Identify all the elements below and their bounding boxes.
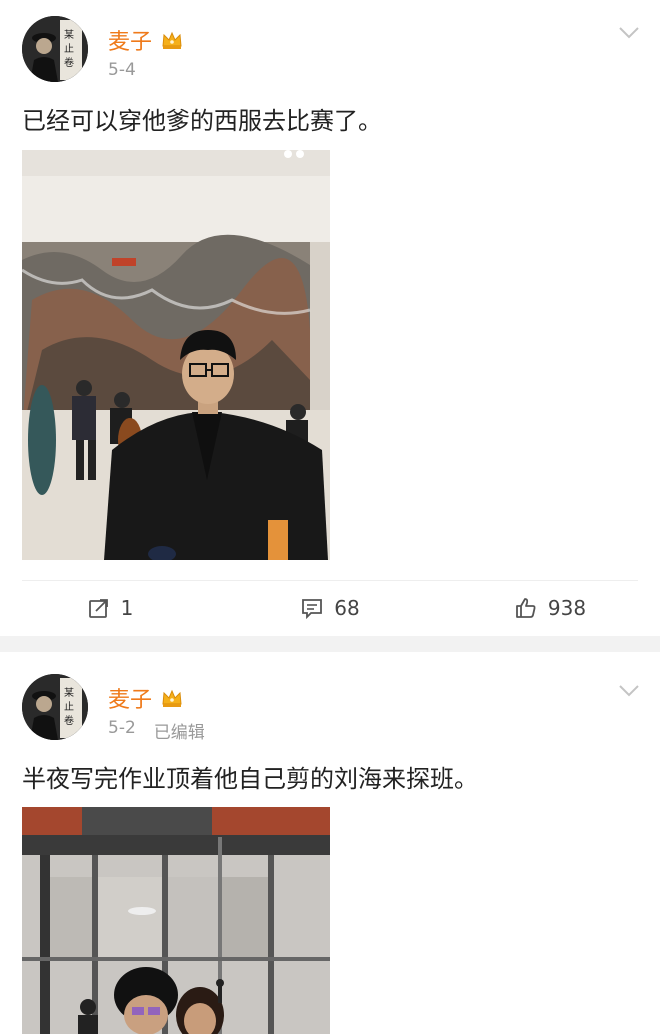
svg-text:卷: 卷 xyxy=(64,714,74,727)
author-name[interactable]: 麦子 xyxy=(108,24,152,56)
repost-button[interactable]: 1 xyxy=(0,580,220,636)
chevron-down-icon[interactable] xyxy=(618,684,640,698)
repost-count: 1 xyxy=(120,596,134,620)
svg-text:某: 某 xyxy=(64,687,74,699)
repost-icon xyxy=(88,599,108,618)
post-photo[interactable] xyxy=(22,150,330,560)
svg-text:止: 止 xyxy=(64,43,74,55)
svg-text:某: 某 xyxy=(64,29,74,41)
post-text: 已经可以穿他爹的西服去比赛了。 xyxy=(22,107,382,135)
chevron-down-icon[interactable] xyxy=(618,26,640,40)
post-date: 5-2 xyxy=(108,718,136,738)
svg-text:止: 止 xyxy=(64,701,74,713)
comment-button[interactable]: 68 xyxy=(220,580,440,636)
svg-text:卷: 卷 xyxy=(64,56,74,69)
crown-vip-icon xyxy=(162,689,182,707)
edited-label[interactable]: 已编辑 xyxy=(154,718,205,743)
action-bar: 1 68 938 xyxy=(0,580,660,636)
post-text: 半夜写完作业顶着他自己剪的刘海来探班。 xyxy=(22,765,478,793)
author-avatar[interactable]: 某 止 卷 xyxy=(22,16,88,82)
post-1: 某 止 卷 麦子 5-4 已经可以穿他爹的西服去比赛了。 1 68 938 xyxy=(0,0,660,634)
like-icon xyxy=(516,598,536,618)
post-separator xyxy=(0,636,660,652)
post-photo[interactable] xyxy=(22,807,330,1034)
author-avatar[interactable]: 某 止 卷 xyxy=(22,674,88,740)
like-count: 938 xyxy=(547,596,587,620)
post-date: 5-4 xyxy=(108,60,136,80)
post-2: 某 止 卷 麦子 5-2 已编辑 半夜写完作业顶着他自己剪的刘海来探班。 xyxy=(0,652,660,1034)
author-name[interactable]: 麦子 xyxy=(108,682,152,714)
like-button[interactable]: 938 xyxy=(440,580,660,636)
comment-count: 68 xyxy=(334,596,360,620)
crown-vip-icon xyxy=(162,31,182,49)
comment-icon xyxy=(302,599,323,620)
